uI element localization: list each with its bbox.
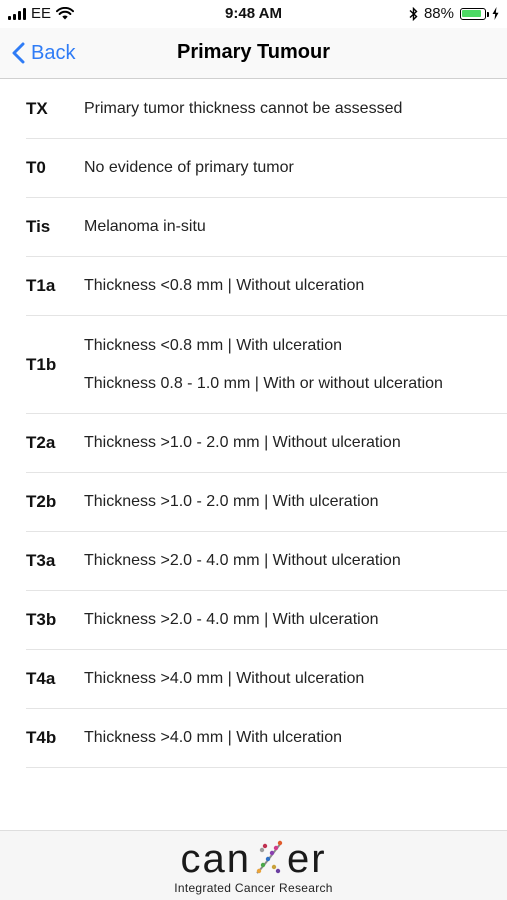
charging-icon xyxy=(492,7,499,20)
battery-fill xyxy=(462,9,481,17)
dna-helix-icon xyxy=(256,840,283,874)
stage-description-line: Thickness 0.8 - 1.0 mm | With or without… xyxy=(84,374,443,392)
stage-description: Thickness >1.0 - 2.0 mm | Without ulcera… xyxy=(84,434,401,452)
stage-description: Primary tumor thickness cannot be assess… xyxy=(84,100,402,118)
stage-description: No evidence of primary tumor xyxy=(84,159,294,177)
stage-code: T3b xyxy=(26,610,57,629)
stage-description-line: Thickness >2.0 - 4.0 mm | With ulceratio… xyxy=(84,611,379,628)
stage-row-t3b: T3b Thickness >2.0 - 4.0 mm | With ulcera… xyxy=(26,591,507,650)
stage-description: Thickness >1.0 - 2.0 mm | With ulceratio… xyxy=(84,493,378,511)
canxer-logo: can er Integrated Cancer Research xyxy=(0,837,507,895)
stage-description: Thickness >2.0 - 4.0 mm | With ulceratio… xyxy=(84,611,378,629)
stage-description-line: Thickness <0.8 mm | Without ulceration xyxy=(84,277,365,294)
stage-row-t4b: T4b Thickness >4.0 mm | With ulceration xyxy=(26,709,507,768)
logo-subtitle: Integrated Cancer Research xyxy=(174,881,333,895)
stage-description-line: No evidence of primary tumor xyxy=(84,159,294,176)
stage-row-tx: TX Primary tumor thickness cannot be asse… xyxy=(26,80,507,139)
stage-row-t1b: T1b Thickness <0.8 mm | With ulceration Th… xyxy=(26,316,507,414)
stage-row-tis: Tis Melanoma in-situ xyxy=(26,198,507,257)
battery-percent: 88% xyxy=(423,5,454,22)
page-title: Primary Tumour xyxy=(177,41,330,63)
stage-code: Tis xyxy=(26,217,51,236)
logo-text-left: can xyxy=(180,837,251,881)
navigation-bar: Back Primary Tumour xyxy=(0,28,507,79)
stage-description-line: Thickness >4.0 mm | With ulceration xyxy=(84,729,343,746)
stage-code: T4a xyxy=(26,669,56,688)
stage-code: T1b xyxy=(26,354,57,374)
stage-description: Thickness <0.8 mm | Without ulceration xyxy=(84,277,364,295)
stage-description: Thickness >4.0 mm | Without ulceration xyxy=(84,670,364,688)
stage-description: Thickness >4.0 mm | With ulceration xyxy=(84,729,342,747)
stage-description-line: Thickness >1.0 - 2.0 mm | With ulceratio… xyxy=(84,493,379,510)
bluetooth-icon xyxy=(409,6,418,21)
stage-code: T0 xyxy=(26,158,46,177)
stage-code: T3a xyxy=(26,551,56,570)
stage-row-t2a: T2a Thickness >1.0 - 2.0 mm | Without ulc… xyxy=(26,414,507,473)
battery-icon xyxy=(460,7,489,20)
footer: can er Integrated Cancer Research xyxy=(0,830,507,900)
stage-row-t0: T0 No evidence of primary tumor xyxy=(26,139,507,198)
stage-row-t3a: T3a Thickness >2.0 - 4.0 mm | Without ulc… xyxy=(26,532,507,591)
stage-code: T2b xyxy=(26,492,57,511)
stage-description-line: Melanoma in-situ xyxy=(84,218,206,235)
stage-code: TX xyxy=(26,99,48,118)
stage-description-line: Primary tumor thickness cannot be assess… xyxy=(84,100,403,117)
status-bar: EE 9:48 AM 88% xyxy=(0,0,507,28)
stage-code: T1a xyxy=(26,276,56,295)
stage-description-line: Thickness <0.8 mm | With ulceration xyxy=(84,336,343,354)
stage-row-t2b: T2b Thickness >1.0 - 2.0 mm | With ulcera… xyxy=(26,473,507,532)
stage-row-t4a: T4a Thickness >4.0 mm | Without ulceratio… xyxy=(26,650,507,709)
stage-description-line: Thickness >2.0 - 4.0 mm | Without ulcera… xyxy=(84,552,401,569)
stage-description: Thickness <0.8 mm | With ulceration Thick… xyxy=(84,337,443,393)
logo-wordmark: can er xyxy=(180,837,326,881)
tumour-stage-list: TX Primary tumor thickness cannot be asse… xyxy=(0,80,507,768)
stage-description: Melanoma in-situ xyxy=(84,218,206,236)
status-right: 88% xyxy=(409,5,499,22)
logo-text-right: er xyxy=(286,837,327,881)
stage-description-line: Thickness >1.0 - 2.0 mm | Without ulcera… xyxy=(84,434,401,451)
stage-code: T2a xyxy=(26,433,56,452)
stage-description-line: Thickness >4.0 mm | Without ulceration xyxy=(84,670,365,687)
battery-cap xyxy=(487,11,489,17)
stage-description: Thickness >2.0 - 4.0 mm | Without ulcera… xyxy=(84,552,401,570)
stage-code: T4b xyxy=(26,728,57,747)
stage-row-t1a: T1a Thickness <0.8 mm | Without ulceratio… xyxy=(26,257,507,316)
